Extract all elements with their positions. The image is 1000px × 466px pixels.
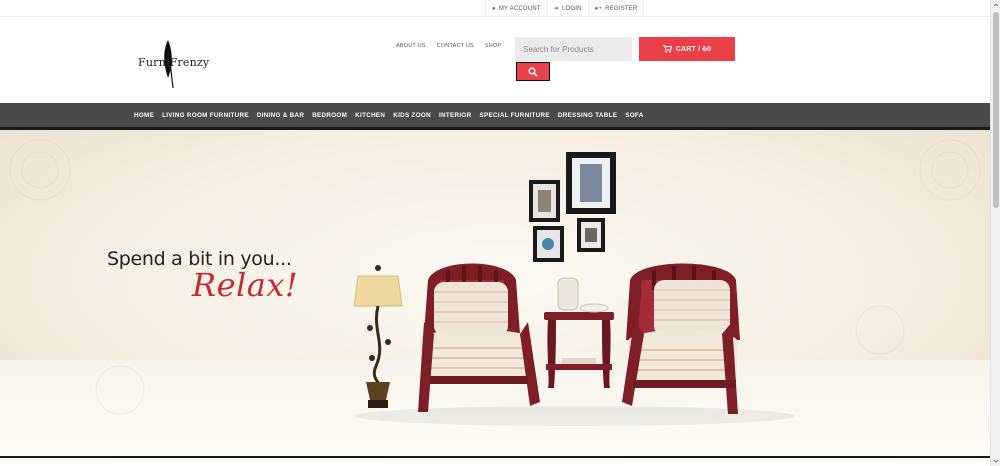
register-label: REGISTER [605, 5, 638, 12]
scroll-down-arrow-icon[interactable] [991, 456, 1000, 466]
nav-shop[interactable]: SHOP [485, 43, 501, 49]
category-bedroom[interactable]: BEDROOM [312, 112, 347, 119]
hero-illustration [9, 139, 981, 426]
search-input[interactable] [515, 37, 632, 61]
left-chair [418, 263, 540, 412]
cart-icon [662, 45, 672, 53]
page-scrollbar[interactable] [990, 0, 1000, 466]
category-sofa[interactable]: SOFA [625, 112, 643, 119]
hero-bottom-border [0, 456, 990, 466]
my-account-link[interactable]: ● MY ACCOUNT [485, 0, 547, 17]
right-chair [622, 263, 740, 414]
scrollbar-thumb[interactable] [993, 12, 999, 208]
sign-in-icon: ➜ [553, 6, 559, 12]
nav-contact-us[interactable]: CONTACT US [437, 43, 474, 49]
category-living-room-furniture[interactable]: LIVING ROOM FURNITURE [162, 112, 249, 119]
category-home[interactable]: HOME [134, 112, 154, 119]
category-nav: HOME LIVING ROOM FURNITURE DINING & BAR … [0, 103, 990, 130]
category-dining-bar[interactable]: DINING & BAR [257, 112, 304, 119]
my-account-label: MY ACCOUNT [498, 5, 541, 12]
logo-text: FurniFrenzy [138, 56, 210, 69]
account-links: ● MY ACCOUNT ➜ LOGIN ●+ REGISTER [485, 0, 645, 17]
search-icon [528, 67, 538, 77]
main-nav: ABOUT US CONTACT US SHOP [396, 43, 501, 49]
wall-frames [529, 152, 616, 262]
register-link[interactable]: ●+ REGISTER [587, 0, 645, 17]
hero-highlight: Relax! [192, 266, 299, 304]
login-link[interactable]: ➜ LOGIN [546, 0, 588, 17]
scroll-up-arrow-icon[interactable] [991, 0, 1000, 10]
site-logo[interactable]: FurniFrenzy [138, 38, 210, 90]
cart-button[interactable]: CART / ₺0 [639, 37, 735, 61]
category-kids-zoon[interactable]: KIDS ZOON [393, 112, 431, 119]
top-bar: ● MY ACCOUNT ➜ LOGIN ●+ REGISTER [0, 0, 990, 17]
category-kitchen[interactable]: KITCHEN [355, 112, 385, 119]
floor-lamp [353, 265, 403, 408]
user-icon: ● [492, 5, 496, 12]
category-dressing-table[interactable]: DRESSING TABLE [558, 112, 617, 119]
cart-label: CART / ₺0 [675, 46, 712, 53]
category-special-furniture[interactable]: SPECIAL FURNITURE [479, 112, 549, 119]
nav-about-us[interactable]: ABOUT US [396, 43, 426, 49]
category-interior[interactable]: INTERIOR [439, 112, 472, 119]
side-table [544, 277, 614, 388]
login-label: LOGIN [561, 5, 582, 12]
user-plus-icon: ●+ [594, 5, 603, 12]
hero-banner[interactable]: Spend a bit in you... Relax! [0, 130, 990, 456]
search-button[interactable] [516, 62, 550, 81]
